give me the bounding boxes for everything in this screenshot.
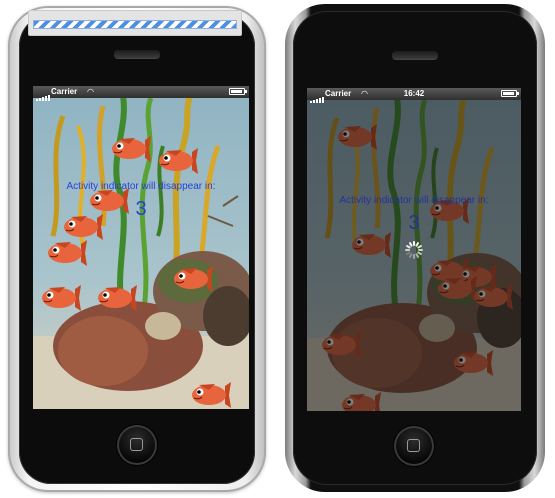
fish-icon (48, 240, 87, 266)
indicator-label: Activity indicator will disappear in: (66, 181, 216, 192)
left-status-bar: Carrier ◠ (33, 86, 249, 101)
activity-spinner-icon (405, 241, 423, 259)
signal-strength-icon (36, 89, 51, 101)
countdown-value: 3 (135, 198, 147, 220)
carrier-label: Carrier (51, 87, 78, 96)
left-earpiece (114, 50, 160, 58)
clock-label: 16:42 (403, 89, 425, 98)
wifi-icon: ◠ (87, 87, 94, 96)
left-home-button[interactable] (117, 425, 157, 465)
fish-icon (98, 285, 137, 311)
countdown-value: 3 (408, 212, 420, 234)
fish-icon (192, 382, 231, 408)
window-grab-strip[interactable] (28, 10, 242, 36)
fish-icon (174, 266, 213, 292)
right-home-button[interactable] (394, 426, 434, 466)
home-square-icon (130, 438, 143, 451)
progress-stripes (33, 20, 237, 29)
right-status-bar: Carrier ◠ 16:42 (307, 88, 521, 103)
fish-icon (112, 136, 151, 162)
right-screen: Carrier ◠ 16:42 Activity indicator will … (307, 88, 521, 411)
fish-icon (42, 285, 81, 311)
right-earpiece (392, 51, 438, 59)
indicator-label: Activity indicator will disappear in: (339, 195, 489, 206)
fish-icon (159, 148, 198, 174)
battery-icon (229, 88, 247, 95)
left-screen: Carrier ◠ Activity indicator will disapp… (33, 86, 249, 409)
home-square-icon (407, 439, 420, 452)
battery-icon (501, 90, 519, 97)
